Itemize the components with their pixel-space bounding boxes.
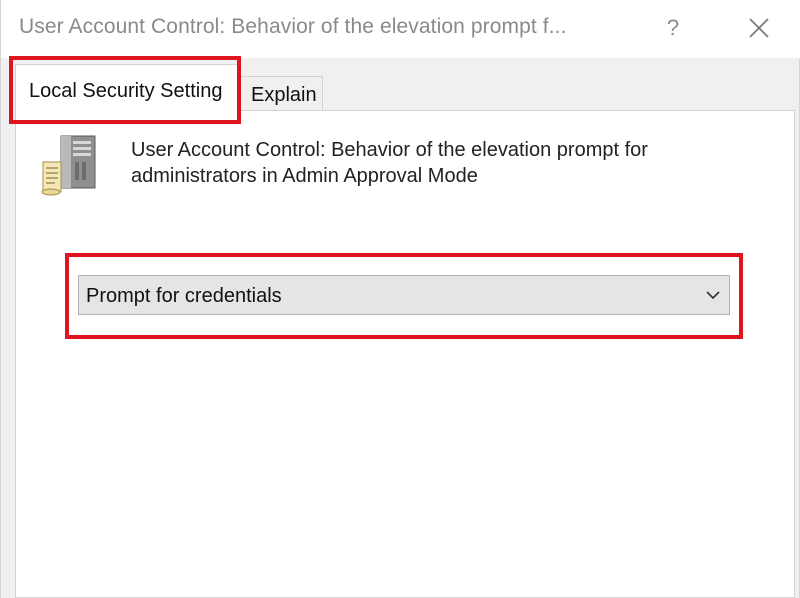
policy-properties-window: User Account Control: Behavior of the el…	[0, 0, 800, 598]
title-bar: User Account Control: Behavior of the el…	[1, 0, 800, 58]
server-icon	[39, 132, 103, 198]
tab-explain[interactable]: Explain	[239, 76, 323, 112]
dropdown-selected-value: Prompt for credentials	[86, 285, 282, 307]
tab-label: Local Security Setting	[29, 80, 223, 102]
policy-description-line: administrators in Admin Approval Mode	[131, 165, 478, 187]
tab-local-security-setting[interactable]: Local Security Setting	[15, 64, 239, 120]
help-button[interactable]: ?	[653, 8, 693, 48]
window-title: User Account Control: Behavior of the el…	[19, 15, 567, 38]
policy-setting-dropdown[interactable]: Prompt for credentials	[78, 275, 730, 315]
tab-label: Explain	[251, 84, 317, 106]
chevron-down-icon	[706, 291, 720, 300]
policy-description-line: User Account Control: Behavior of the el…	[131, 139, 648, 161]
policy-description: User Account Control: Behavior of the el…	[131, 137, 731, 189]
close-button[interactable]	[737, 8, 781, 48]
close-icon	[749, 18, 769, 38]
